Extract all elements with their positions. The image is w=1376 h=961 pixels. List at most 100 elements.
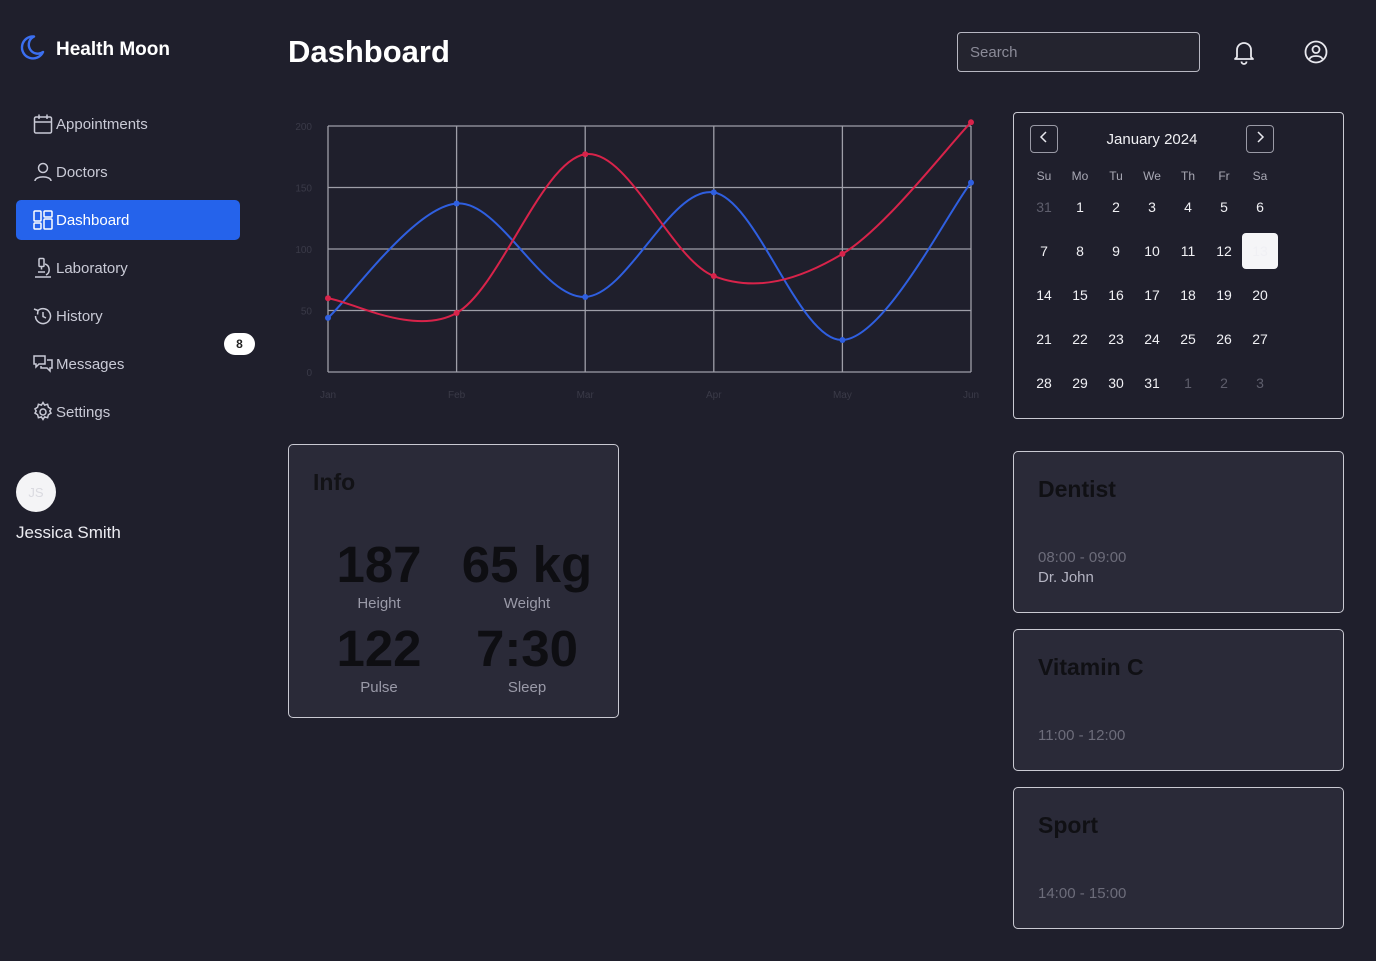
data-point bbox=[582, 151, 589, 158]
calendar-day[interactable]: 15 bbox=[1062, 277, 1098, 313]
calendar-day[interactable]: 1 bbox=[1170, 365, 1206, 401]
y-tick-label: 0 bbox=[306, 368, 312, 379]
calendar-day[interactable]: 8 bbox=[1062, 233, 1098, 269]
calendar-day[interactable]: 27 bbox=[1242, 321, 1278, 357]
x-tick-label: Apr bbox=[706, 390, 722, 401]
calendar-day[interactable]: 9 bbox=[1098, 233, 1134, 269]
calendar-day[interactable]: 10 bbox=[1134, 233, 1170, 269]
messages-icon bbox=[32, 353, 54, 375]
sidebar-item-settings[interactable]: Settings bbox=[16, 392, 240, 432]
account-icon[interactable] bbox=[1303, 39, 1329, 70]
x-tick-label: Feb bbox=[448, 390, 466, 401]
dashboard-icon bbox=[32, 209, 54, 231]
calendar-day[interactable]: 30 bbox=[1098, 365, 1134, 401]
calendar-day[interactable]: 25 bbox=[1170, 321, 1206, 357]
calendar-day[interactable]: 24 bbox=[1134, 321, 1170, 357]
weekday-label: Su bbox=[1036, 169, 1052, 183]
page-title: Dashboard bbox=[288, 34, 450, 69]
sidebar-item-doctors[interactable]: Doctors bbox=[16, 152, 240, 192]
event-card-dentist[interactable]: Dentist 08:00 - 09:00 Dr. John bbox=[1013, 451, 1344, 613]
calendar-day[interactable]: 4 bbox=[1170, 189, 1206, 225]
calendar-prev-button[interactable] bbox=[1030, 125, 1058, 153]
event-card-vitamin-c[interactable]: Vitamin C 11:00 - 12:00 bbox=[1013, 629, 1344, 771]
bell-icon[interactable] bbox=[1232, 39, 1256, 70]
data-point bbox=[453, 200, 460, 207]
calendar-day[interactable]: 6 bbox=[1242, 189, 1278, 225]
data-point bbox=[968, 119, 974, 126]
calendar-day[interactable]: 31 bbox=[1026, 189, 1062, 225]
event-card-sport[interactable]: Sport 14:00 - 15:00 bbox=[1013, 787, 1344, 929]
calendar-day[interactable]: 21 bbox=[1026, 321, 1062, 357]
calendar-day[interactable]: 5 bbox=[1206, 189, 1242, 225]
calendar-grid: Su Mo Tu We Th Fr Sa 31 1 2 3 4 5 6 7 8 9 10 11 12 13 14 15 16 1… bbox=[1026, 163, 1278, 409]
sidebar-item-history[interactable]: History bbox=[16, 296, 240, 336]
calendar-next-button[interactable] bbox=[1246, 125, 1274, 153]
calendar-day[interactable]: 2 bbox=[1206, 365, 1242, 401]
calendar-day[interactable]: 31 bbox=[1134, 365, 1170, 401]
data-point bbox=[839, 250, 846, 257]
calendar-day[interactable]: 18 bbox=[1170, 277, 1206, 313]
user-profile[interactable]: JS Jessica Smith bbox=[16, 472, 121, 543]
data-point bbox=[453, 309, 460, 316]
chevron-left-icon bbox=[1039, 130, 1049, 148]
calendar-day[interactable]: 29 bbox=[1062, 365, 1098, 401]
sidebar-item-messages[interactable]: Messages bbox=[16, 344, 240, 384]
weekday-label: Mo bbox=[1071, 169, 1089, 183]
calendar-day[interactable]: 28 bbox=[1026, 365, 1062, 401]
calendar-day[interactable]: 23 bbox=[1098, 321, 1134, 357]
microscope-icon bbox=[32, 257, 54, 279]
y-tick-label: 150 bbox=[295, 184, 312, 195]
data-point bbox=[839, 337, 846, 344]
x-tick-label: May bbox=[833, 390, 852, 401]
y-tick-label: 200 bbox=[295, 122, 312, 133]
sidebar-item-label: History bbox=[56, 307, 103, 325]
calendar-day[interactable]: 17 bbox=[1134, 277, 1170, 313]
calendar-icon bbox=[32, 113, 54, 135]
data-point bbox=[582, 293, 589, 300]
calendar-day[interactable]: 1 bbox=[1062, 189, 1098, 225]
sidebar-item-label: Settings bbox=[56, 403, 111, 421]
calendar-day[interactable]: 26 bbox=[1206, 321, 1242, 357]
weekday-label: We bbox=[1143, 169, 1161, 183]
info-title: Info bbox=[313, 469, 356, 495]
calendar-day[interactable]: 14 bbox=[1026, 277, 1062, 313]
calendar-day[interactable]: 12 bbox=[1206, 233, 1242, 269]
weekday-label: Tu bbox=[1109, 169, 1123, 183]
calendar: January 2024 Su Mo Tu We Th Fr Sa 31 1 2 3 4 5 6 7 8 9 10… bbox=[1013, 112, 1344, 419]
calendar-day[interactable]: 3 bbox=[1242, 365, 1278, 401]
calendar-day-selected[interactable]: 13 bbox=[1242, 233, 1278, 269]
history-icon bbox=[32, 305, 54, 327]
user-name: Jessica Smith bbox=[16, 523, 121, 542]
event-doctor: Dr. John bbox=[1038, 569, 1094, 586]
calendar-day[interactable]: 19 bbox=[1206, 277, 1242, 313]
calendar-day[interactable]: 3 bbox=[1134, 189, 1170, 225]
sidebar-item-appointments[interactable]: Appointments bbox=[16, 104, 240, 144]
calendar-day[interactable]: 2 bbox=[1098, 189, 1134, 225]
stat-label: Height bbox=[357, 595, 401, 612]
stat-weight: 65 kg Weight bbox=[447, 539, 607, 613]
event-title: Dentist bbox=[1038, 476, 1116, 502]
sidebar-item-dashboard[interactable]: Dashboard bbox=[16, 200, 240, 240]
sidebar-item-label: Doctors bbox=[56, 163, 108, 181]
weekday-label: Fr bbox=[1218, 169, 1230, 183]
stat-value: 187 bbox=[336, 536, 422, 593]
app-name: Health Moon bbox=[56, 38, 170, 60]
calendar-day[interactable]: 16 bbox=[1098, 277, 1134, 313]
calendar-day[interactable]: 7 bbox=[1026, 233, 1062, 269]
line-chart: 0 50 100 150 200 Jan Feb Mar Apr May Jun bbox=[295, 119, 979, 401]
app-logo[interactable]: Health Moon bbox=[18, 33, 170, 66]
calendar-day[interactable]: 20 bbox=[1242, 277, 1278, 313]
stat-label: Pulse bbox=[360, 679, 398, 696]
event-time: 14:00 - 15:00 bbox=[1038, 885, 1127, 902]
search-input[interactable] bbox=[957, 32, 1200, 72]
x-tick-label: Jun bbox=[963, 390, 979, 401]
calendar-day[interactable]: 11 bbox=[1170, 233, 1206, 269]
x-tick-label: Mar bbox=[577, 390, 595, 401]
sidebar-item-laboratory[interactable]: Laboratory bbox=[16, 248, 240, 288]
data-point bbox=[325, 314, 331, 321]
chevron-right-icon bbox=[1255, 130, 1265, 148]
stat-value: 122 bbox=[336, 620, 422, 677]
y-tick-label: 50 bbox=[301, 307, 313, 318]
calendar-day[interactable]: 22 bbox=[1062, 321, 1098, 357]
weekday-label: Sa bbox=[1252, 169, 1268, 183]
